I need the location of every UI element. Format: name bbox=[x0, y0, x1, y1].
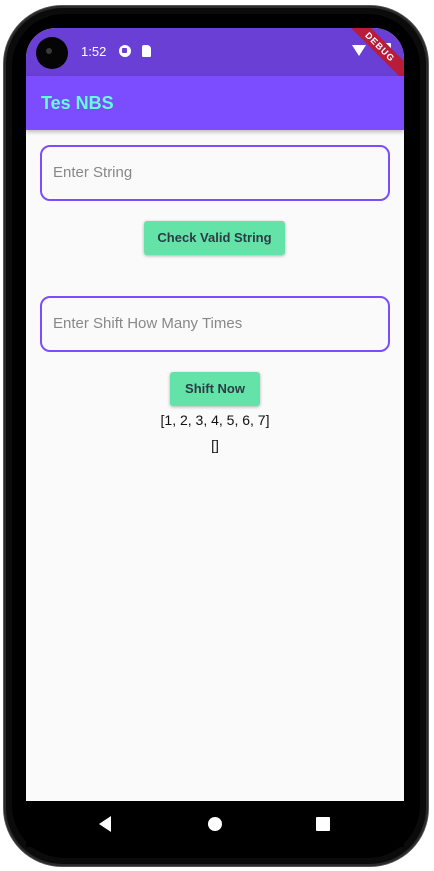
shifted-list-text: [] bbox=[211, 437, 219, 453]
home-icon[interactable] bbox=[208, 817, 222, 831]
recent-apps-icon[interactable] bbox=[316, 817, 330, 831]
status-bar: 1:52 DEBUG bbox=[26, 28, 404, 88]
app-title: Tes NBS bbox=[41, 93, 114, 113]
string-input-placeholder: Enter String bbox=[53, 164, 133, 181]
navigation-bar bbox=[26, 801, 404, 847]
status-time: 1:52 bbox=[81, 44, 107, 59]
shift-now-button[interactable]: Shift Now bbox=[170, 372, 260, 406]
string-input[interactable]: Enter String bbox=[40, 145, 390, 201]
app-screen: 1:52 DEBUG Tes NBS Enter String Check Va… bbox=[26, 28, 404, 801]
shift-input-placeholder: Enter Shift How Many Times bbox=[53, 315, 243, 332]
app-bar: Tes NBS bbox=[26, 76, 404, 130]
check-valid-string-button[interactable]: Check Valid String bbox=[144, 221, 285, 255]
front-camera bbox=[36, 37, 68, 69]
sd-card-icon bbox=[142, 45, 151, 57]
shift-times-input[interactable]: Enter Shift How Many Times bbox=[40, 296, 390, 352]
back-icon[interactable] bbox=[99, 816, 111, 832]
camera-lens bbox=[46, 48, 52, 54]
original-list-text: [1, 2, 3, 4, 5, 6, 7] bbox=[160, 412, 270, 428]
wifi-icon bbox=[352, 45, 366, 56]
notification-icon bbox=[119, 45, 131, 57]
